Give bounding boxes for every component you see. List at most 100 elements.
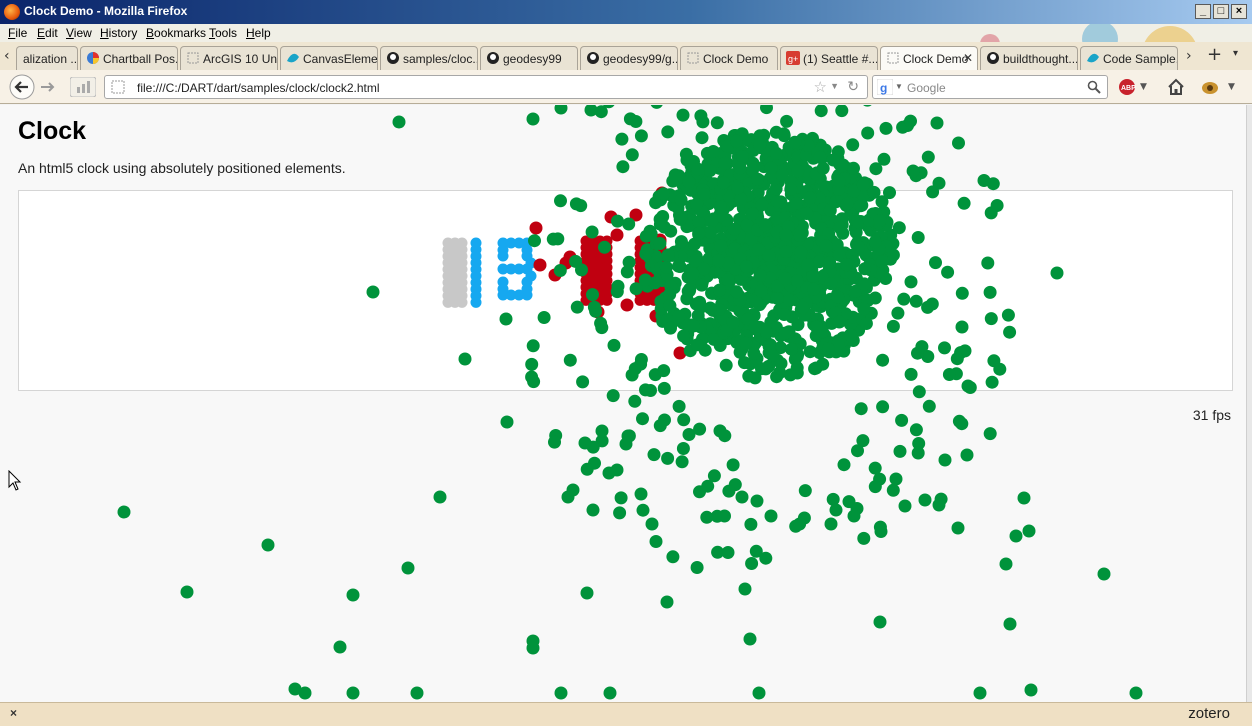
clock-ball: [634, 129, 648, 143]
close-window-button[interactable]: ×: [1231, 4, 1247, 19]
site-identity-icon[interactable]: [111, 80, 125, 94]
clock-ball: [759, 325, 773, 339]
home-icon[interactable]: [1166, 77, 1186, 97]
menu-tools[interactable]: Tools: [209, 26, 237, 40]
adblock-icon[interactable]: ABP: [1118, 78, 1140, 96]
menu-view[interactable]: View: [66, 26, 92, 40]
new-tab-icon[interactable]: +: [1207, 44, 1222, 65]
clock-ball: [740, 260, 753, 274]
tab-clock-demo[interactable]: Clock Demo: [680, 46, 778, 70]
addon-icon[interactable]: [1200, 78, 1222, 96]
clock-ball: [614, 491, 628, 505]
clock-ball: [526, 641, 540, 655]
tab-visualization[interactable]: alization ...: [16, 46, 78, 70]
stats-icon[interactable]: [70, 77, 96, 97]
clock-ball: [918, 493, 932, 507]
maximize-button[interactable]: □: [1213, 4, 1229, 19]
tab-code-sample[interactable]: Code Sample...: [1080, 46, 1178, 70]
menu-file[interactable]: File: [8, 26, 27, 40]
clock-ball: [526, 339, 540, 353]
clock-ball: [401, 561, 415, 575]
tab-canvaselement[interactable]: CanvasEleme...: [280, 46, 378, 70]
clock-ball: [713, 283, 726, 297]
clock-ball: [663, 287, 677, 301]
scroll-tabs-left-icon[interactable]: ‹: [4, 48, 10, 64]
bookmark-star-icon[interactable]: ☆: [814, 78, 827, 96]
clock-ball: [762, 249, 776, 263]
clock-ball: [410, 686, 424, 700]
close-tab-icon[interactable]: ✕: [963, 51, 973, 65]
clock-ball: [497, 244, 509, 256]
list-tabs-icon[interactable]: ▾: [1233, 48, 1238, 59]
search-placeholder: Google: [907, 81, 946, 95]
clock-ball: [794, 245, 808, 259]
clock-ball: [929, 256, 942, 270]
tab-chartball[interactable]: Chartball Pos...: [80, 46, 178, 70]
window-titlebar[interactable]: Clock Demo - Mozilla Firefox _ □ ×: [0, 0, 1252, 24]
clock-ball: [616, 160, 630, 174]
clock-ball: [606, 389, 620, 403]
url-bar[interactable]: file:///C:/DART/dart/samples/clock/clock…: [104, 75, 868, 99]
forward-icon[interactable]: [38, 77, 58, 97]
clock-ball: [942, 368, 956, 381]
clock-ball: [904, 275, 918, 289]
clock-ball: [858, 262, 872, 276]
tab-geodesy99-g[interactable]: geodesy99/g...: [580, 46, 678, 70]
clock-ball: [717, 176, 730, 190]
clock-ball: [687, 319, 700, 333]
clock-ball: [611, 279, 625, 293]
clock-ball: [790, 196, 804, 210]
tab-buildthought[interactable]: buildthought...: [980, 46, 1078, 70]
clock-ball: [832, 174, 846, 188]
scroll-tabs-right-icon[interactable]: ›: [1186, 48, 1192, 64]
clock-ball: [814, 105, 828, 118]
minimize-button[interactable]: _: [1195, 4, 1211, 19]
tab-geodesy99[interactable]: geodesy99: [480, 46, 578, 70]
clock-ball: [829, 503, 843, 517]
clock-ball: [676, 442, 690, 455]
back-icon[interactable]: [8, 74, 36, 100]
menu-bookmarks[interactable]: Bookmarks: [146, 26, 206, 40]
tab-seattle[interactable]: g+ (1) Seattle #...: [780, 46, 878, 70]
clock-ball: [613, 506, 627, 520]
clock-ball: [730, 134, 743, 148]
clock-ball: [886, 483, 900, 497]
clock-ball: [733, 161, 747, 175]
clock-ball: [701, 479, 715, 493]
menu-edit[interactable]: Edit: [37, 26, 58, 40]
adblock-dropdown-icon[interactable]: ▼: [1140, 82, 1147, 92]
clock-ball: [521, 283, 533, 295]
zotero-button[interactable]: zotero: [1188, 705, 1230, 722]
clock-ball: [666, 550, 680, 564]
reload-icon[interactable]: ↻: [847, 78, 859, 95]
menu-history[interactable]: History: [100, 26, 137, 40]
url-dropdown-icon[interactable]: ▼: [830, 81, 839, 91]
clock-ball: [857, 302, 871, 316]
tab-clock-demo-active[interactable]: Clock Demo ✕: [880, 46, 978, 70]
page-scrollbar[interactable]: [1246, 105, 1252, 702]
clock-ball: [798, 484, 812, 498]
clock-ball: [628, 394, 642, 408]
clock-ball: [764, 161, 778, 175]
addon-dropdown-icon[interactable]: ▼: [1228, 82, 1235, 92]
tab-samples-clock[interactable]: samples/cloc...: [380, 46, 478, 70]
clock-ball: [875, 255, 889, 269]
search-icon[interactable]: [1087, 80, 1101, 94]
clock-ball: [721, 546, 735, 559]
google-icon[interactable]: g: [877, 79, 893, 95]
clock-ball: [346, 686, 360, 700]
clock-ball: [766, 349, 780, 362]
search-engine-dropdown-icon[interactable]: ▼: [895, 82, 903, 91]
clock-balls: [117, 105, 1143, 700]
menu-help[interactable]: Help: [246, 26, 271, 40]
clock-ball: [690, 197, 704, 211]
clock-ball: [852, 240, 865, 254]
clock-ball: [690, 338, 704, 352]
github-icon: [987, 52, 999, 64]
clock-ball: [1024, 683, 1038, 697]
tab-arcgis[interactable]: ArcGIS 10 Un...: [180, 46, 278, 70]
clock-ball: [595, 424, 609, 438]
close-addon-bar-icon[interactable]: ×: [10, 706, 17, 720]
search-bar[interactable]: g ▼ Google: [872, 75, 1108, 99]
clock-ball: [984, 312, 998, 326]
